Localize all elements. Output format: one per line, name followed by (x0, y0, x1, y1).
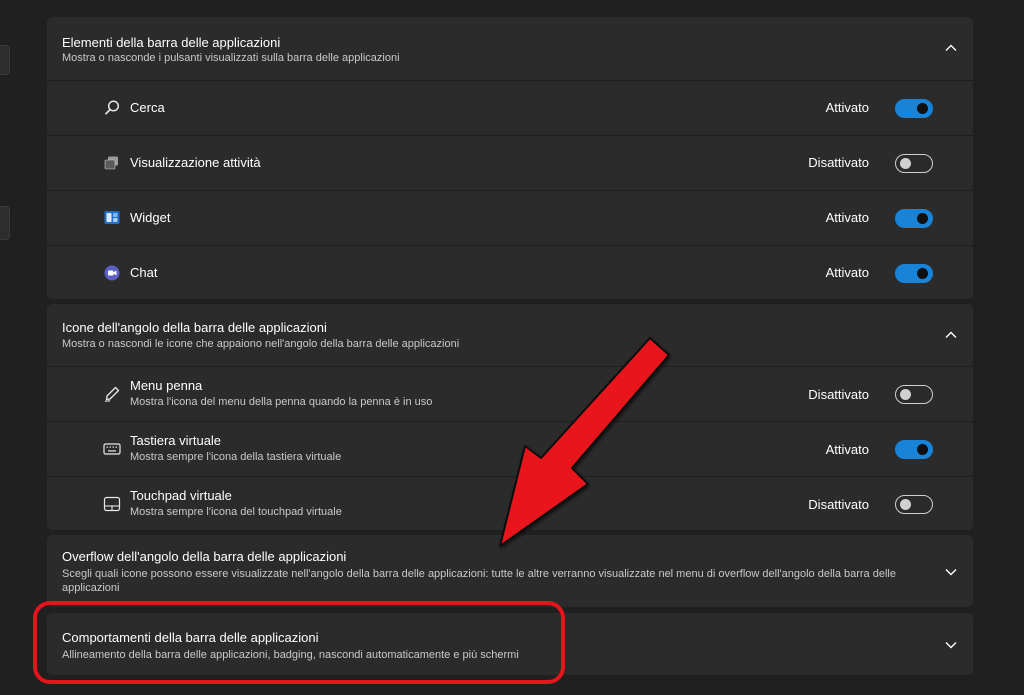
item-label: Tastiera virtuale (130, 433, 222, 448)
pen-menu-toggle[interactable] (895, 385, 933, 404)
toggle-row-search: Cerca Attivato (47, 80, 973, 135)
item-label: Widget (130, 210, 171, 225)
chevron-up-icon[interactable] (943, 40, 959, 56)
section-title: Elementi della barra delle applicazioni (62, 35, 281, 50)
toggle-knob (917, 268, 928, 279)
toggle-state: Attivato (825, 265, 869, 280)
section-subtitle: Scegli quali icone possono essere visual… (62, 568, 896, 594)
taskbar-items-header[interactable]: Elementi della barra delle applicazioni … (47, 17, 973, 80)
toggle-row-widget: Widget Attivato (47, 190, 973, 245)
item-label: Visualizzazione attività (130, 155, 261, 170)
item-description: Mostra sempre l'icona della tastiera vir… (130, 451, 342, 463)
item-label: Touchpad virtuale (130, 488, 232, 503)
item-label: Menu penna (130, 378, 203, 393)
touchpad-icon (103, 496, 121, 512)
toggle-row-task-view: Visualizzazione attività Disattivato (47, 135, 973, 190)
item-description: Mostra l'icona del menu della penna quan… (130, 396, 433, 408)
section-subtitle: Mostra o nascondi le icone che appaiono … (62, 338, 460, 350)
item-description: Mostra sempre l'icona del touchpad virtu… (130, 506, 342, 518)
section-title: Icone dell'angolo della barra delle appl… (62, 320, 327, 335)
toggle-knob (917, 103, 928, 114)
toggle-state: Disattivato (808, 387, 869, 402)
task-view-toggle[interactable] (895, 154, 933, 173)
toggle-state: Attivato (825, 210, 869, 225)
corner-icons-card: Icone dell'angolo della barra delle appl… (47, 304, 973, 530)
section-title: Overflow dell'angolo della barra delle a… (62, 549, 347, 564)
virtual-touchpad-toggle[interactable] (895, 495, 933, 514)
section-subtitle: Mostra o nasconde i pulsanti visualizzat… (62, 52, 400, 64)
chat-toggle[interactable] (895, 264, 933, 283)
toggle-knob (917, 213, 928, 224)
toggle-state: Disattivato (808, 497, 869, 512)
behaviors-card[interactable]: Comportamenti della barra delle applicaz… (47, 613, 973, 675)
touch-keyboard-toggle[interactable] (895, 440, 933, 459)
keyboard-icon (103, 443, 121, 455)
widget-toggle[interactable] (895, 209, 933, 228)
search-icon (104, 100, 120, 115)
toggle-state: Attivato (825, 100, 869, 115)
toggle-state: Disattivato (808, 155, 869, 170)
toggle-knob (900, 499, 911, 510)
corner-icons-header[interactable]: Icone dell'angolo della barra delle appl… (47, 304, 973, 366)
toggle-row-virtual-touchpad: Touchpad virtuale Mostra sempre l'icona … (47, 476, 973, 530)
widget-icon (104, 211, 120, 224)
search-toggle[interactable] (895, 99, 933, 118)
toggle-row-touch-keyboard: Tastiera virtuale Mostra sempre l'icona … (47, 421, 973, 476)
toggle-row-chat: Chat Attivato (47, 245, 973, 299)
toggle-knob (900, 158, 911, 169)
overflow-card[interactable]: Overflow dell'angolo della barra delle a… (47, 535, 973, 607)
chevron-down-icon[interactable] (943, 637, 959, 653)
section-subtitle: Allineamento della barra delle applicazi… (62, 649, 519, 661)
task-view-icon (104, 156, 118, 170)
chat-icon (104, 265, 120, 281)
chevron-down-icon[interactable] (943, 564, 959, 580)
section-title: Comportamenti della barra delle applicaz… (62, 630, 319, 645)
pen-icon (104, 386, 120, 402)
chevron-up-icon[interactable] (943, 327, 959, 343)
left-nav-partial-2[interactable] (0, 206, 10, 240)
toggle-state: Attivato (825, 442, 869, 457)
toggle-row-pen-menu: Menu penna Mostra l'icona del menu della… (47, 366, 973, 421)
item-label: Cerca (130, 100, 165, 115)
item-label: Chat (130, 265, 158, 280)
toggle-knob (900, 389, 911, 400)
toggle-knob (917, 444, 928, 455)
taskbar-items-card: Elementi della barra delle applicazioni … (47, 17, 973, 299)
left-nav-partial-1[interactable] (0, 45, 10, 75)
